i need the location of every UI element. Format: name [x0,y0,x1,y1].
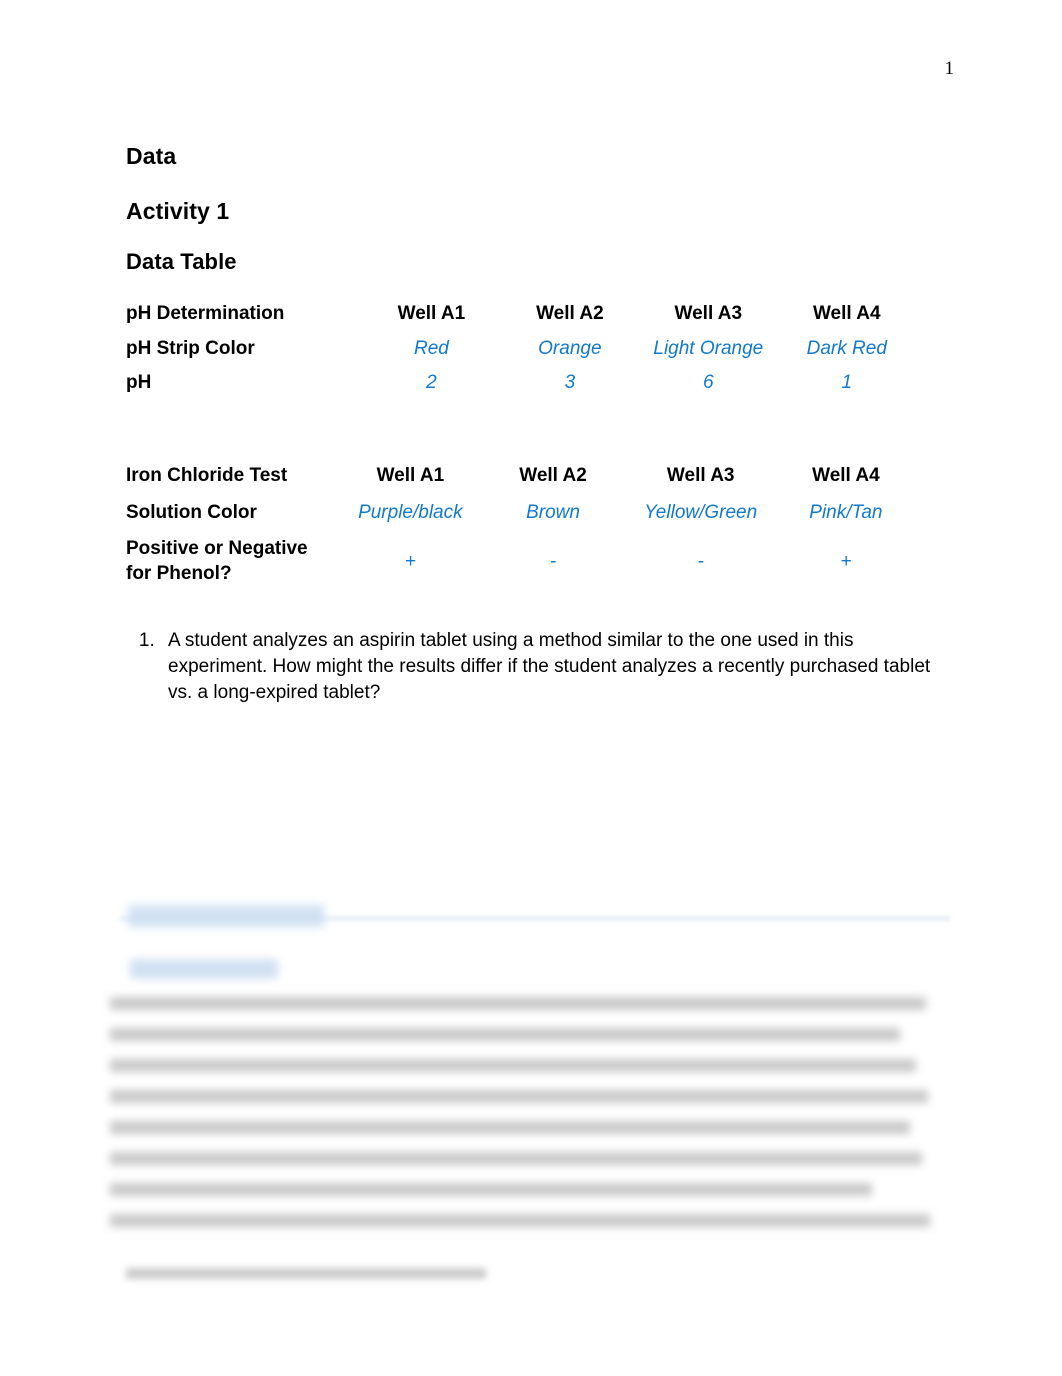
table-row: pH Strip Color Red Orange Light Orange D… [126,332,916,367]
phenol-result-a4[interactable]: + [776,530,916,593]
ph-value-a3[interactable]: 6 [639,366,777,401]
iron-table-col-well-a3: Well A3 [666,465,735,487]
iron-table-col-well-a1: Well A1 [376,465,445,487]
table-row: Positive or Negative for Phenol? + - - + [126,530,916,593]
table-row: pH 2 3 6 1 [126,366,916,401]
ph-table-col-well-a4: Well A4 [812,303,881,324]
solution-color-a2[interactable]: Brown [480,496,625,531]
iron-table-col-well-a2: Well A2 [519,465,587,487]
ph-strip-color-a3[interactable]: Light Orange [639,332,777,367]
ph-table-header-label: pH Determination [126,303,285,324]
table-row: Solution Color Purple/black Brown Yellow… [126,496,916,531]
redacted-text-line [110,1214,930,1227]
redacted-answer-section [110,905,950,1227]
ph-table-col-well-a3: Well A3 [674,303,743,324]
redacted-heading-2 [130,959,278,979]
phenol-result-a1[interactable]: + [340,530,480,593]
iron-table-col-well-a4: Well A4 [812,465,880,487]
heading-data-table: Data Table [126,249,237,274]
table-row: pH Determination Well A1 Well A2 Well A3… [126,297,916,332]
redacted-paragraph [110,997,950,1227]
redacted-text-line [110,1090,928,1103]
phenol-result-a2[interactable]: - [480,530,625,593]
redacted-footer [126,1268,486,1279]
solution-color-a4[interactable]: Pink/Tan [776,496,916,531]
phenol-result-label: Positive or Negative for Phenol? [126,538,308,585]
ph-value-a4[interactable]: 1 [778,366,916,401]
ph-strip-color-label: pH Strip Color [126,337,255,359]
ph-value-label: pH [126,372,152,394]
redacted-text-line [110,1183,872,1196]
iron-table-header-label: Iron Chloride Test [126,465,288,487]
redacted-text-line [110,1152,922,1165]
ph-value-a2[interactable]: 3 [501,366,639,401]
page-number: 1 [944,58,955,79]
heading-activity-1: Activity 1 [126,198,230,224]
redacted-heading-1 [128,905,324,927]
redacted-text-line [110,997,926,1010]
ph-table-col-well-a1: Well A1 [397,303,466,324]
ph-strip-color-a2[interactable]: Orange [501,332,639,367]
ph-strip-color-a1[interactable]: Red [362,332,500,367]
table-row: Iron Chloride Test Well A1 Well A2 Well … [126,457,916,496]
iron-chloride-table: Iron Chloride Test Well A1 Well A2 Well … [126,457,916,594]
redacted-text-line [110,1121,910,1134]
question-list: A student analyzes an aspirin tablet usi… [126,628,936,707]
ph-strip-color-a4[interactable]: Dark Red [778,332,916,367]
ph-determination-table: pH Determination Well A1 Well A2 Well A3… [126,297,916,401]
phenol-result-a3[interactable]: - [626,530,776,593]
document-page: 1 Data Activity 1 Data Table pH Determin… [0,0,1062,1376]
redacted-text-line [110,1028,900,1041]
heading-data: Data [126,143,177,169]
table-spacer [126,401,936,457]
redacted-text-line [110,1059,916,1072]
ph-table-col-well-a2: Well A2 [536,303,604,324]
solution-color-a1[interactable]: Purple/black [340,496,480,531]
document-content: Data Activity 1 Data Table pH Determinat… [126,143,936,706]
solution-color-a3[interactable]: Yellow/Green [626,496,776,531]
question-item-1: A student analyzes an aspirin tablet usi… [160,628,936,707]
solution-color-label: Solution Color [126,501,257,523]
ph-value-a1[interactable]: 2 [362,366,500,401]
